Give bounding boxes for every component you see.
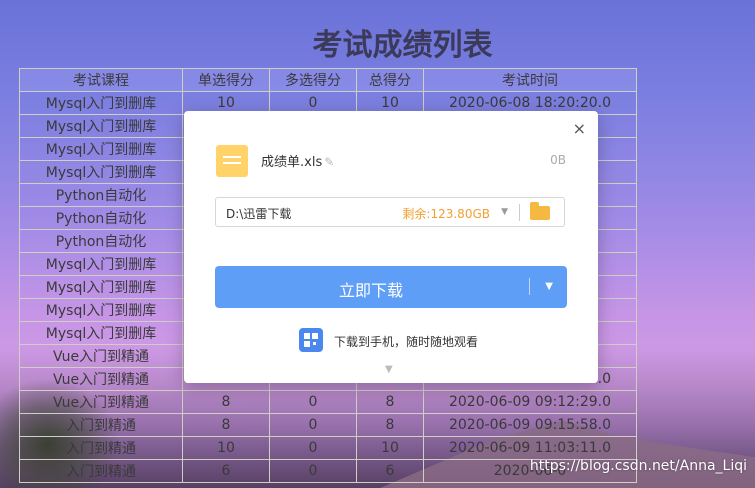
edit-icon[interactable]: ✎ — [324, 155, 334, 169]
chevron-down-icon[interactable]: ▼ — [501, 207, 508, 217]
save-path-field[interactable]: D:\迅雷下载 剩余:123.80GB ▼ — [215, 197, 565, 227]
download-now-label: 立即下载 — [338, 281, 403, 300]
folder-icon[interactable] — [530, 202, 550, 220]
expand-icon[interactable]: ▼ — [385, 364, 393, 375]
watermark: https://blog.csdn.net/Anna_Liqi — [529, 458, 747, 474]
qr-code-icon[interactable] — [299, 328, 323, 352]
file-size: 0B — [550, 153, 566, 167]
download-to-phone-link[interactable]: 下载到手机，随时随地观看 — [334, 333, 478, 350]
file-name-text: 成绩单.xls — [261, 155, 323, 170]
excel-file-icon — [216, 145, 248, 177]
download-options-icon[interactable]: ▼ — [545, 281, 553, 292]
button-divider — [529, 278, 530, 295]
close-icon[interactable]: × — [573, 119, 586, 138]
download-dialog: × 成绩单.xls ✎ 0B D:\迅雷下载 剩余:123.80GB ▼ 立即下载… — [184, 111, 598, 383]
save-path-text: D:\迅雷下载 — [226, 207, 292, 221]
file-name[interactable]: 成绩单.xls ✎ — [261, 151, 334, 170]
free-space-label: 剩余:123.80GB — [402, 207, 490, 221]
path-divider — [519, 204, 520, 221]
download-now-button[interactable]: 立即下载 ▼ — [215, 266, 567, 308]
